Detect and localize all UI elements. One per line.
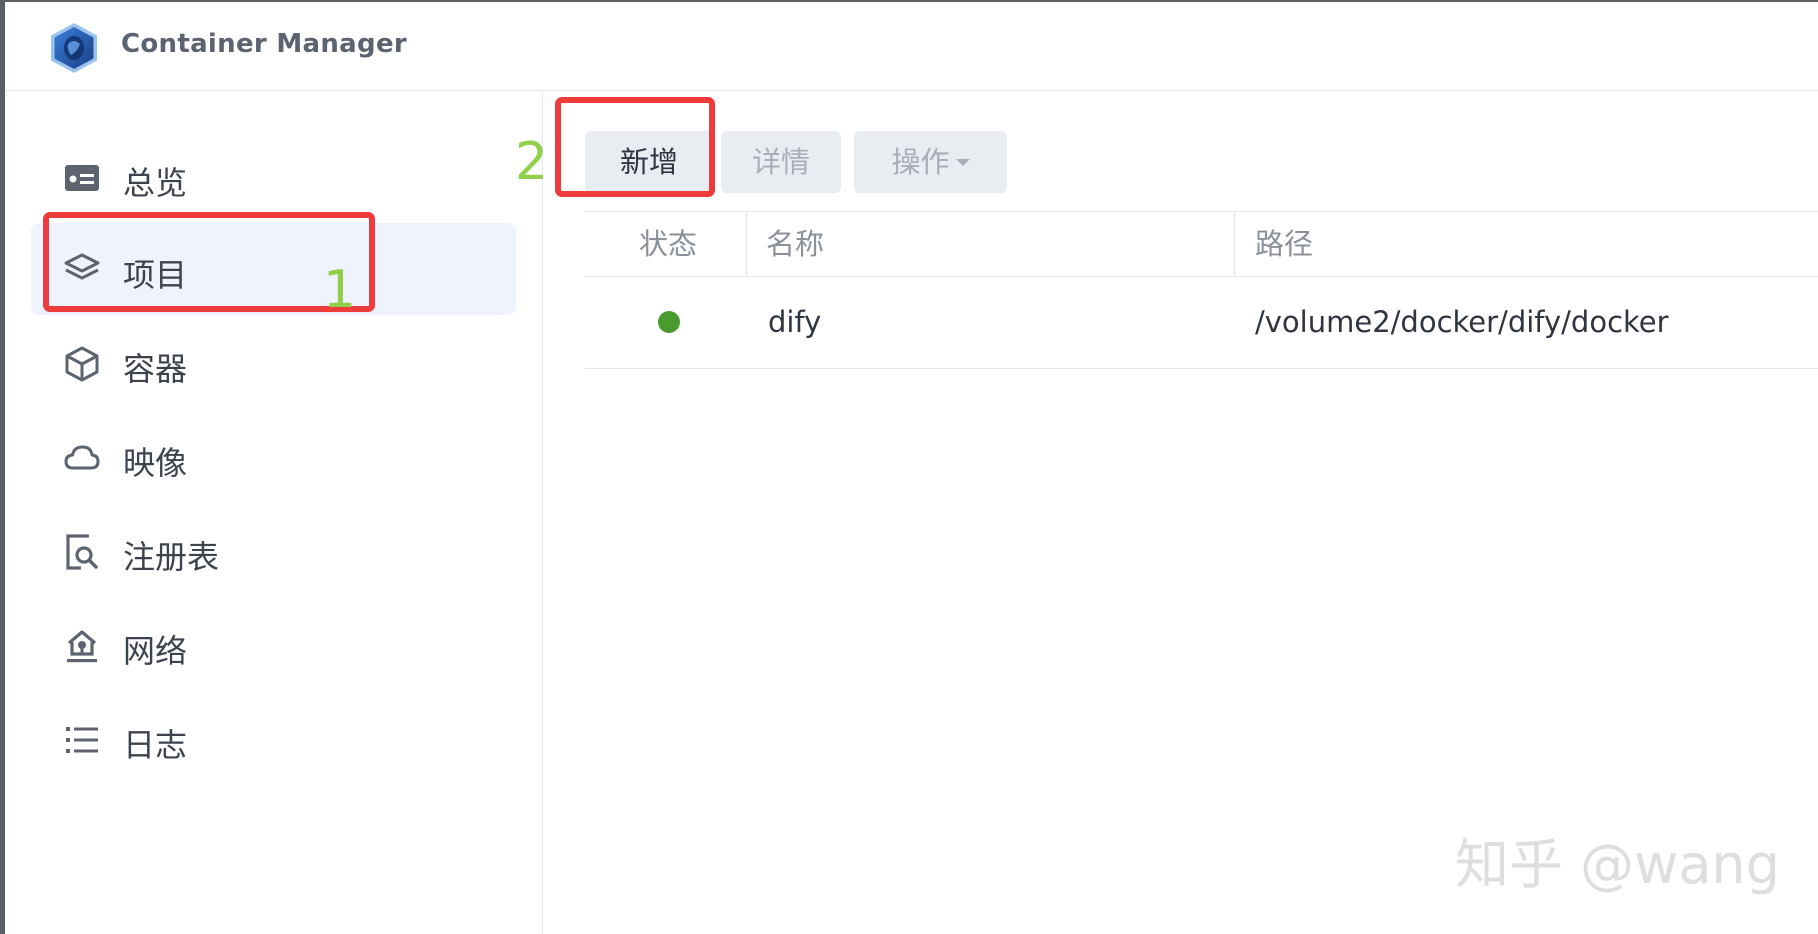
watermark: 知乎 @wang [1455,833,1780,896]
sidebar-item-images[interactable]: 映像 [31,411,516,503]
annotation-number-1: 1 [323,260,357,320]
column-header-path[interactable]: 路径 [1255,212,1313,276]
column-header-status[interactable]: 状态 [639,212,697,276]
cube-icon [65,346,99,382]
table-header: 状态 名称 路径 [585,211,1818,277]
annotation-number-2: 2 [515,132,549,192]
cloud-icon [64,445,100,470]
sidebar-item-network[interactable]: 网络 [31,599,516,691]
project-path: /volume2/docker/dify/docker [1255,305,1669,339]
annotation-box-2 [555,97,715,197]
sidebar-item-containers[interactable]: 容器 [31,317,516,409]
sidebar-item-label: 网络 [123,632,188,670]
registry-search-icon [66,534,98,570]
sidebar-item-logs[interactable]: 日志 [31,693,516,785]
sidebar-item-label: 总览 [123,164,188,202]
sidebar-item-label: 容器 [123,350,188,388]
network-home-icon [67,630,97,663]
caret-down-icon [955,159,970,166]
sidebar-item-label: 注册表 [123,538,220,576]
overview-card-icon [65,165,99,191]
column-divider [746,212,747,276]
column-header-name[interactable]: 名称 [766,212,824,276]
details-button[interactable]: 详情 [721,131,841,193]
main-content: 新增 详情 操作 状态 名称 路径 dify /volume2/docker/d… [543,91,1818,934]
actions-label: 操作 [891,145,950,179]
container-manager-hex-icon [51,23,97,73]
column-divider [1234,212,1235,276]
sidebar-item-registry[interactable]: 注册表 [31,505,516,597]
sidebar-item-label: 映像 [123,444,188,482]
app-window: Container Manager 总览 项目 容器 映像 注册表 网络 日志 … [5,2,1818,934]
title-bar: Container Manager [5,2,1818,91]
project-name: dify [768,305,822,339]
projects-table: 状态 名称 路径 dify /volume2/docker/dify/docke… [585,211,1818,369]
app-title: Container Manager [121,29,407,59]
table-row[interactable]: dify /volume2/docker/dify/docker [585,277,1818,369]
sidebar-item-label: 日志 [123,726,188,764]
sidebar-item-overview[interactable]: 总览 [31,131,516,223]
status-running-dot [658,311,680,333]
actions-dropdown-button[interactable]: 操作 [854,131,1007,193]
list-icon [66,727,98,753]
